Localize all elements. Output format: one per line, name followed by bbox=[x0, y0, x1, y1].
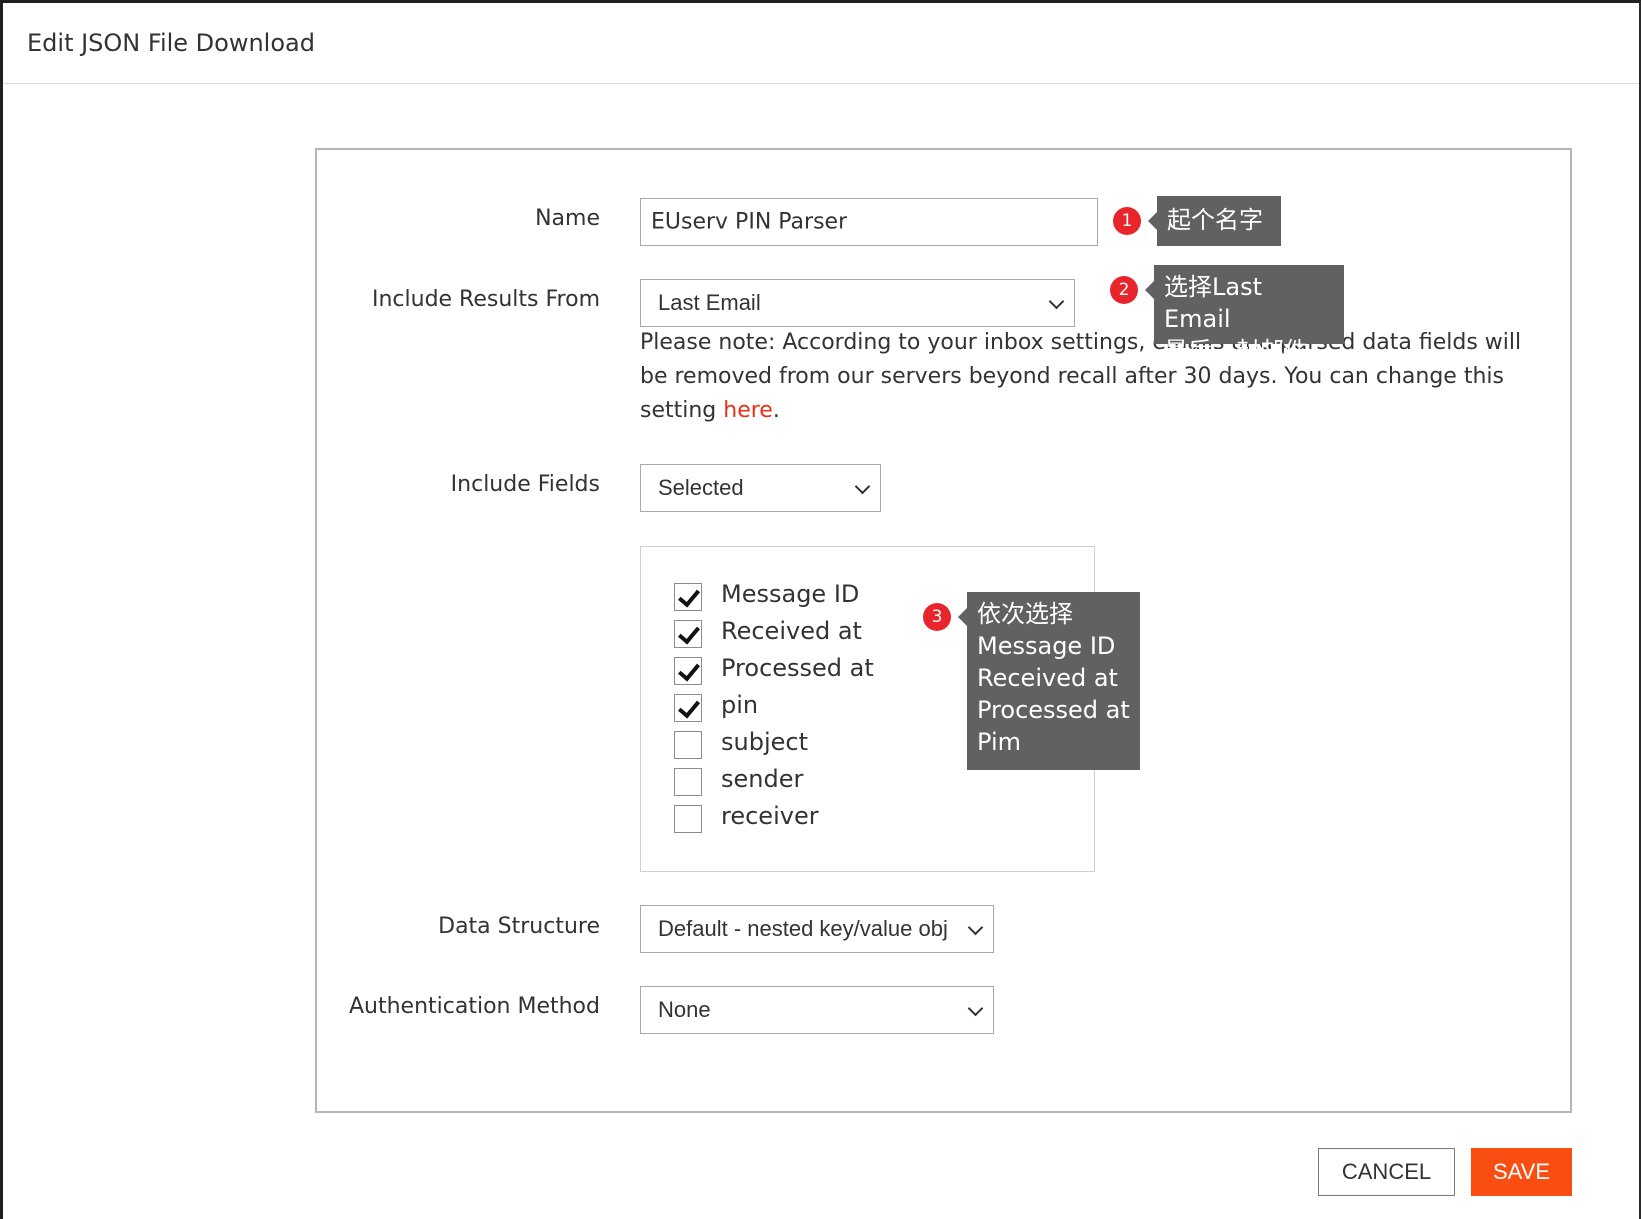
authentication-method-label: Authentication Method bbox=[348, 994, 600, 1019]
include-fields-value: Selected bbox=[658, 475, 744, 500]
annotation-callout-2: 选择Last Email 最后一封邮件 bbox=[1145, 265, 1344, 365]
checkbox[interactable] bbox=[674, 768, 702, 796]
note-end: . bbox=[772, 398, 780, 423]
checkmark-icon bbox=[677, 658, 701, 682]
settings-link[interactable]: here bbox=[723, 398, 773, 423]
annotation-badge-2: 2 bbox=[1110, 276, 1138, 304]
dialog-title: Edit JSON File Download bbox=[27, 29, 315, 57]
include-results-select[interactable]: Last Email bbox=[640, 279, 1075, 327]
field-option-label: sender bbox=[721, 765, 804, 793]
chevron-down-icon bbox=[967, 919, 984, 936]
include-fields-select[interactable]: Selected bbox=[640, 464, 881, 512]
dialog-header: Edit JSON File Download bbox=[3, 3, 1639, 84]
data-structure-select[interactable]: Default - nested key/value obj bbox=[640, 905, 994, 953]
field-option-label: subject bbox=[721, 728, 808, 756]
field-option-label: Processed at bbox=[721, 654, 874, 682]
chevron-down-icon bbox=[967, 1000, 984, 1017]
include-results-value: Last Email bbox=[658, 290, 761, 315]
annotation-badge-1: 1 bbox=[1113, 207, 1141, 235]
name-input-value: EUserv PIN Parser bbox=[651, 209, 848, 235]
annotation-callout-3: 依次选择 Message ID Received at Processed at… bbox=[958, 592, 1140, 770]
checkmark-icon bbox=[677, 695, 701, 719]
data-structure-label: Data Structure bbox=[438, 914, 600, 939]
chevron-down-icon bbox=[854, 478, 871, 495]
checkbox[interactable] bbox=[674, 583, 702, 611]
checkbox[interactable] bbox=[674, 657, 702, 685]
name-label: Name bbox=[535, 206, 600, 231]
field-option-label: Received at bbox=[721, 617, 862, 645]
field-option-label: Message ID bbox=[721, 580, 860, 608]
field-option-label: pin bbox=[721, 691, 759, 719]
checkmark-icon bbox=[677, 621, 701, 645]
authentication-method-value: None bbox=[658, 997, 711, 1022]
checkbox[interactable] bbox=[674, 694, 702, 722]
edit-json-download-dialog: Edit JSON File Download Name Include Res… bbox=[0, 0, 1641, 1219]
retention-note: Please note: According to your inbox set… bbox=[640, 326, 1540, 428]
checkbox[interactable] bbox=[674, 731, 702, 759]
name-input[interactable]: EUserv PIN Parser bbox=[640, 198, 1098, 246]
data-structure-value: Default - nested key/value obj bbox=[658, 916, 948, 941]
chevron-down-icon bbox=[1048, 293, 1065, 310]
authentication-method-select[interactable]: None bbox=[640, 986, 994, 1034]
include-fields-label: Include Fields bbox=[450, 472, 600, 497]
annotation-badge-3: 3 bbox=[923, 603, 951, 631]
cancel-button[interactable]: CANCEL bbox=[1318, 1148, 1455, 1196]
annotation-callout-1: 起个名字 bbox=[1148, 196, 1281, 246]
include-results-label: Include Results From bbox=[371, 287, 600, 312]
checkbox[interactable] bbox=[674, 620, 702, 648]
checkbox[interactable] bbox=[674, 805, 702, 833]
checkmark-icon bbox=[677, 584, 701, 608]
save-button[interactable]: SAVE bbox=[1471, 1148, 1572, 1196]
field-option-label: receiver bbox=[721, 802, 819, 830]
